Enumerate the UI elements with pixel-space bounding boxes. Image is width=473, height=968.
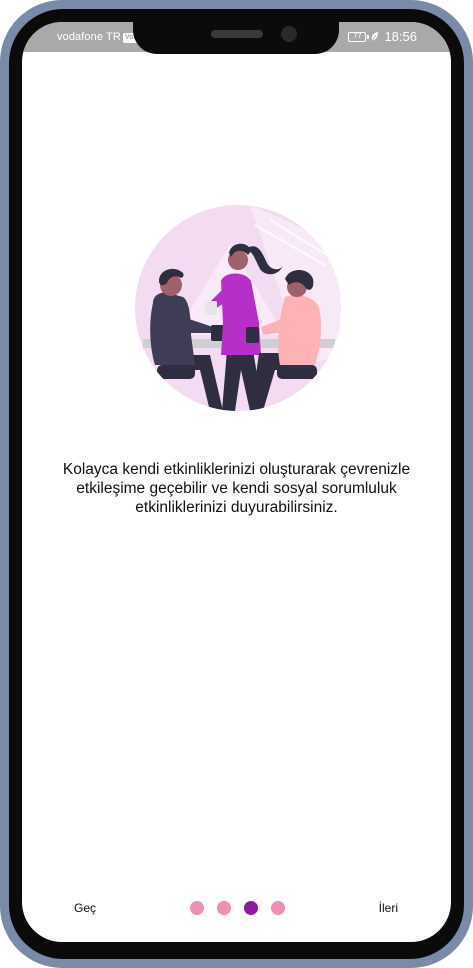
description-line: etkileşime geçebilir ve kendi sosyal sor… — [76, 480, 397, 497]
page-dot-4[interactable] — [271, 901, 285, 915]
page-dot-1[interactable] — [190, 901, 204, 915]
page-dot-2[interactable] — [217, 901, 231, 915]
status-right: 77 18:56 — [348, 29, 417, 44]
battery-icon: 77 — [348, 31, 370, 42]
skip-button[interactable]: Geç — [74, 901, 96, 915]
app-screen: vodafone TRVoLTE 77 18:56 — [22, 22, 451, 942]
status-time: 18:56 — [384, 29, 417, 44]
description-line: Kolayca kendi etkinliklerinizi oluşturar… — [62, 461, 411, 478]
speaker-grill — [211, 30, 263, 38]
friends-meeting-illustration — [135, 205, 341, 411]
battery-level: 77 — [353, 32, 362, 40]
description-line: etkinliklerinizi duyurabilirsiniz. — [135, 499, 338, 516]
front-camera — [281, 26, 297, 42]
onboarding-description: Kolayca kendi etkinliklerinizi oluşturar… — [22, 460, 451, 517]
page-dot-3-active[interactable] — [244, 901, 258, 915]
leaf-icon — [372, 31, 379, 41]
next-button[interactable]: İleri — [379, 901, 398, 915]
page-indicator — [190, 901, 285, 915]
notch — [133, 22, 339, 54]
